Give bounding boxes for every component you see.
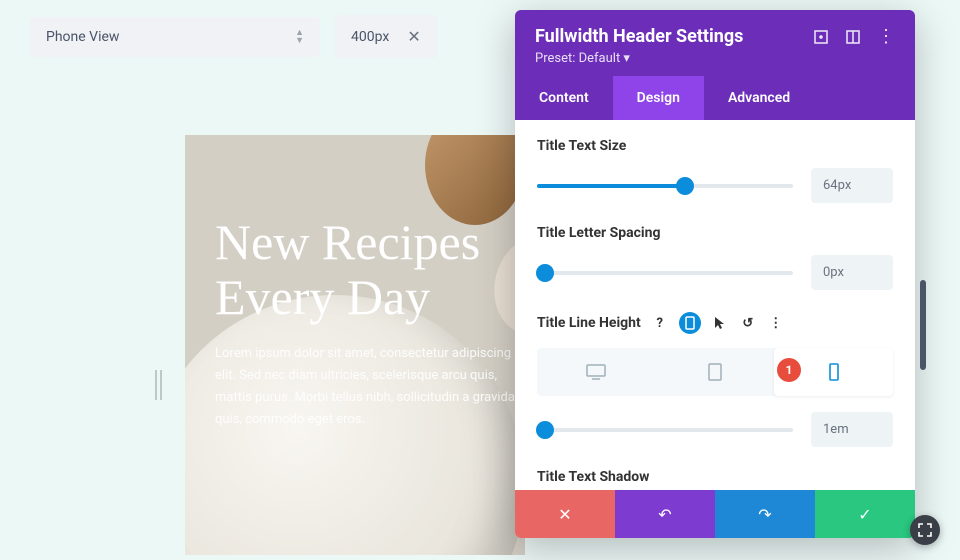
value-title-line-height[interactable]: 1em [811, 412, 893, 447]
annotation-badge: 1 [777, 358, 801, 382]
control-title-line-height: Title Line Height ? ↺ ⋮ 1 1em [537, 312, 893, 447]
view-dropdown-label: Phone View [46, 29, 119, 45]
hero-text-block: New Recipes Every Day Lorem ipsum dolor … [215, 215, 515, 431]
decorative-egg [425, 135, 525, 225]
device-tab-desktop[interactable] [537, 348, 656, 396]
settings-panel: Fullwidth Header Settings ⋮ Preset: Defa… [515, 10, 915, 538]
panel-footer: ✕ ↶ ↷ ✓ [515, 490, 915, 538]
panel-title: Fullwidth Header Settings [535, 26, 743, 47]
label-title-text-shadow: Title Text Shadow [537, 469, 893, 485]
slider-title-line-height[interactable] [537, 428, 793, 432]
kebab-menu-icon[interactable]: ⋮ [877, 26, 895, 47]
preview-canvas: New Recipes Every Day Lorem ipsum dolor … [185, 135, 525, 555]
panel-header[interactable]: Fullwidth Header Settings ⋮ Preset: Defa… [515, 10, 915, 76]
responsive-icon[interactable] [679, 312, 701, 334]
slider-title-text-size[interactable] [537, 184, 793, 188]
control-title-text-shadow: Title Text Shadow AA AA [537, 469, 893, 490]
undo-button[interactable]: ↶ [615, 490, 715, 538]
snap-icon[interactable] [845, 29, 861, 45]
width-input[interactable]: 400px ✕ [335, 15, 437, 58]
tab-content[interactable]: Content [515, 76, 613, 120]
preset-dropdown[interactable]: Preset: Default ▾ [535, 51, 895, 76]
reset-icon[interactable]: ↺ [739, 314, 757, 332]
hero-title: New Recipes Every Day [215, 215, 515, 325]
device-tab-tablet[interactable] [656, 348, 775, 396]
device-tabs: 1 [537, 348, 893, 396]
panel-tabs: Content Design Advanced [515, 76, 915, 120]
control-title-letter-spacing: Title Letter Spacing 0px [537, 225, 893, 290]
label-title-letter-spacing: Title Letter Spacing [537, 225, 893, 241]
tab-design[interactable]: Design [613, 76, 704, 120]
width-value: 400px [351, 29, 389, 45]
label-title-line-height: Title Line Height [537, 315, 641, 331]
dropdown-chevron-icon: ▲▼ [295, 29, 304, 45]
redo-button[interactable]: ↷ [715, 490, 815, 538]
control-title-text-size: Title Text Size 64px [537, 138, 893, 203]
resize-handle[interactable] [155, 370, 162, 400]
close-button[interactable]: ✕ [515, 490, 615, 538]
slider-thumb[interactable] [676, 177, 694, 195]
expand-icon[interactable] [813, 29, 829, 45]
options-kebab-icon[interactable]: ⋮ [767, 314, 785, 332]
slider-thumb[interactable] [536, 264, 554, 282]
label-title-text-size: Title Text Size [537, 138, 893, 154]
hero-body: Lorem ipsum dolor sit amet, consectetur … [215, 343, 515, 431]
expand-fab-button[interactable] [910, 515, 940, 545]
slider-thumb[interactable] [536, 421, 554, 439]
tab-advanced[interactable]: Advanced [704, 76, 814, 120]
view-dropdown[interactable]: Phone View ▲▼ [30, 17, 320, 57]
hover-icon[interactable] [711, 314, 729, 332]
value-title-text-size[interactable]: 64px [811, 168, 893, 203]
slider-title-letter-spacing[interactable] [537, 271, 793, 275]
clear-width-icon[interactable]: ✕ [407, 27, 420, 46]
panel-body: Title Text Size 64px Title Letter Spacin… [515, 120, 915, 490]
save-button[interactable]: ✓ [815, 490, 915, 538]
scrollbar[interactable] [920, 280, 926, 370]
value-title-letter-spacing[interactable]: 0px [811, 255, 893, 290]
help-icon[interactable]: ? [651, 314, 669, 332]
